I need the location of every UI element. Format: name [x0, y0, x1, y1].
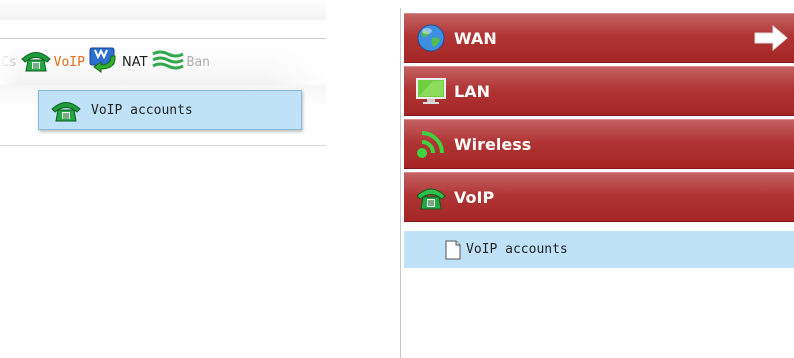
- voip-phone-icon: [414, 184, 448, 210]
- voip-phone-icon: [20, 48, 51, 76]
- menu-item-voip[interactable]: VoIP: [20, 48, 85, 76]
- sidebar-section-voip[interactable]: VoIP: [404, 172, 794, 222]
- submenu-item-label: VoIP accounts: [91, 102, 193, 118]
- globe-icon: [414, 23, 448, 53]
- submenu-item-voip-accounts[interactable]: VoIP accounts: [38, 90, 302, 130]
- voip-phone-icon: [51, 98, 81, 122]
- arrow-right-icon[interactable]: [753, 24, 789, 55]
- nat-icon: [89, 47, 119, 77]
- document-icon: [444, 240, 462, 260]
- sidebar-section-lan-label: LAN: [454, 81, 490, 101]
- bandwidth-icon: [151, 50, 184, 74]
- sidebar-section-lan[interactable]: LAN: [404, 66, 794, 116]
- menu-item-bandwidth[interactable]: Ban: [151, 50, 211, 74]
- top-menu-bar: Cs VoIP NAT: [0, 38, 326, 88]
- menu-item-nat[interactable]: NAT: [89, 47, 148, 77]
- menu-item-voip-label: VoIP: [53, 54, 85, 70]
- sidebar-subitem-voip-accounts[interactable]: VoIP accounts: [404, 231, 794, 268]
- menu-right-fade: [266, 39, 326, 86]
- menu-item-nat-label: NAT: [121, 54, 148, 70]
- sidebar-section-voip-label: VoIP: [454, 187, 495, 207]
- topbar-background: [0, 0, 326, 20]
- monitor-icon: [414, 77, 448, 105]
- menu-item-bandwidth-label: Ban: [186, 54, 211, 70]
- sidebar-subitem-label: VoIP accounts: [466, 242, 568, 257]
- sidebar: WAN LAN Wireless VoIP VoIP accounts: [400, 8, 794, 358]
- menu-left-fade: [0, 39, 20, 86]
- sidebar-section-wan[interactable]: WAN: [404, 13, 794, 63]
- sidebar-section-wireless-label: Wireless: [454, 134, 532, 154]
- sidebar-section-wan-label: WAN: [454, 28, 497, 48]
- wireless-icon: [414, 129, 448, 159]
- top-menu-items: Cs VoIP NAT: [0, 47, 214, 77]
- sidebar-section-wireless[interactable]: Wireless: [404, 119, 794, 169]
